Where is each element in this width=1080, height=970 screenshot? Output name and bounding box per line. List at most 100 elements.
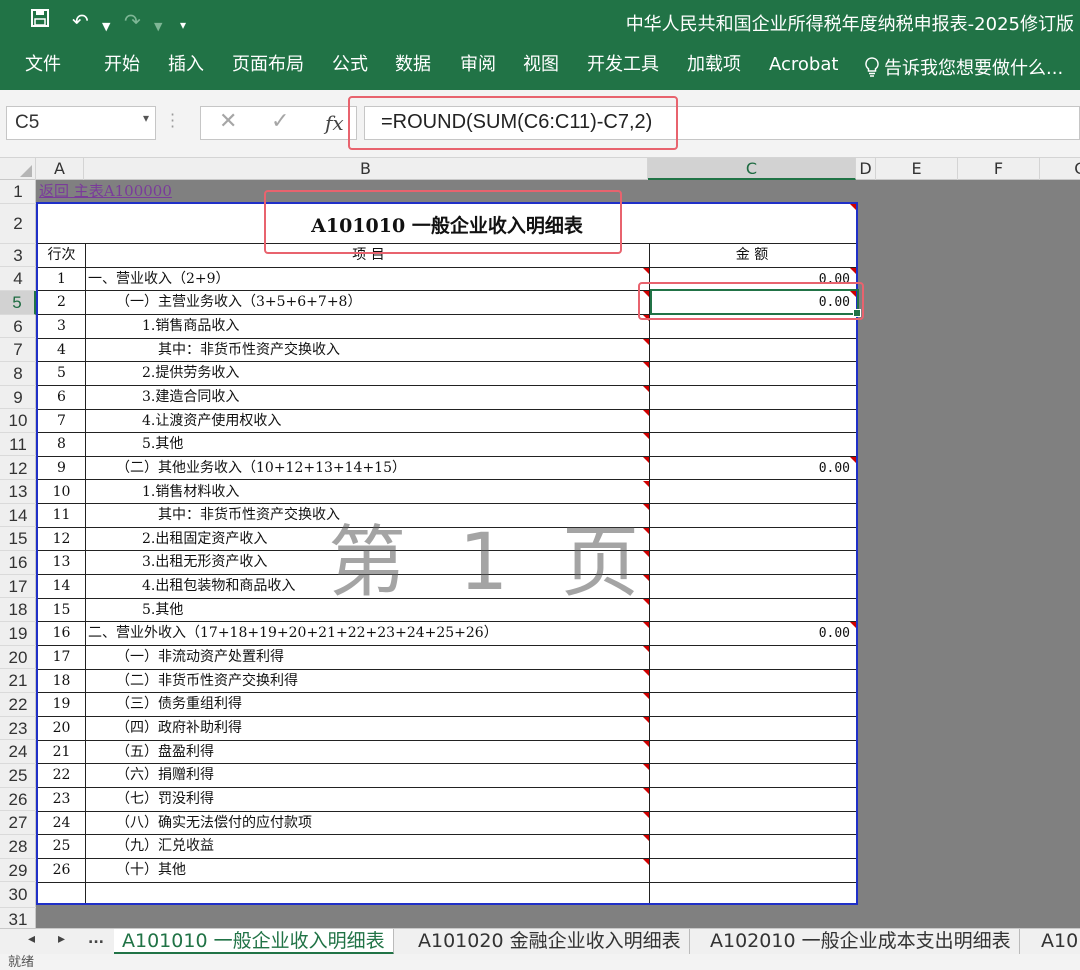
column-header-c[interactable]: C (648, 158, 856, 180)
line-number-cell[interactable]: 21 (38, 741, 85, 765)
row-header[interactable]: 17 (0, 575, 36, 599)
line-number-cell[interactable]: 23 (38, 788, 85, 812)
tab-file[interactable]: 文件 (25, 54, 61, 76)
row-header[interactable]: 12 (0, 457, 36, 481)
item-cell[interactable]: （十）其他 (116, 859, 186, 883)
row-header[interactable]: 29 (0, 859, 36, 883)
item-cell[interactable]: 2.提供劳务收入 (142, 362, 239, 386)
amount-cell[interactable]: 0.00 (654, 268, 850, 292)
amount-cell[interactable]: 0.00 (654, 622, 850, 646)
row-header[interactable]: 20 (0, 646, 36, 670)
scroll-tabs-right-icon[interactable]: ▸ (58, 931, 65, 947)
line-number-cell[interactable]: 6 (38, 386, 85, 410)
line-number-cell[interactable]: 1 (38, 268, 85, 292)
formula-input[interactable]: =ROUND(SUM(C6:C11)-C7,2) (364, 106, 1080, 140)
comment-indicator-icon[interactable] (643, 693, 649, 700)
tell-me-search[interactable]: 告诉我您想要做什么... (864, 54, 1063, 80)
item-cell[interactable]: 一、营业收入（2+9） (88, 268, 230, 292)
line-number-cell[interactable]: 13 (38, 551, 85, 575)
row-header[interactable]: 27 (0, 811, 36, 835)
column-header-f[interactable]: F (958, 158, 1040, 180)
sheet-tab-a101010[interactable]: A101010 一般企业收入明细表 (114, 929, 394, 955)
line-number-cell[interactable]: 18 (38, 670, 85, 694)
row-header[interactable]: 2 (0, 204, 36, 244)
undo-icon[interactable]: ↶ (72, 8, 89, 34)
sheet-tab-a10-truncated[interactable]: A10 (1033, 929, 1080, 955)
row-header[interactable]: 19 (0, 622, 36, 646)
line-number-cell[interactable]: 14 (38, 575, 85, 599)
item-cell[interactable]: 3.建造合同收入 (142, 386, 239, 410)
comment-indicator-icon[interactable] (643, 504, 649, 511)
comment-indicator-icon[interactable] (850, 204, 856, 210)
amount-cell[interactable]: 金 额 (654, 244, 850, 268)
line-number-cell[interactable]: 24 (38, 812, 85, 836)
comment-indicator-icon[interactable] (643, 527, 649, 534)
comment-indicator-icon[interactable] (643, 622, 649, 629)
line-number-cell[interactable]: 8 (38, 433, 85, 457)
row-header[interactable]: 11 (0, 433, 36, 457)
name-box-dropdown-icon[interactable]: ▾ (143, 111, 149, 125)
item-cell[interactable]: （九）汇兑收益 (116, 835, 214, 859)
row-header[interactable]: 24 (0, 740, 36, 764)
row-header[interactable]: 23 (0, 717, 36, 741)
line-number-cell[interactable]: 16 (38, 622, 85, 646)
line-number-cell[interactable]: 11 (38, 504, 85, 528)
item-cell[interactable]: 二、营业外收入（17+18+19+20+21+22+23+24+25+26） (88, 622, 498, 646)
comment-indicator-icon[interactable] (643, 575, 649, 582)
comment-indicator-icon[interactable] (643, 717, 649, 723)
amount-cell[interactable]: 0.00 (654, 457, 850, 481)
line-number-cell[interactable]: 行次 (38, 244, 85, 268)
comment-indicator-icon[interactable] (643, 409, 649, 416)
cancel-entry-icon[interactable]: ✕ (219, 109, 237, 134)
comment-indicator-icon[interactable] (850, 622, 856, 629)
comment-indicator-icon[interactable] (643, 362, 649, 369)
line-number-cell[interactable]: 9 (38, 457, 85, 481)
comment-indicator-icon[interactable] (850, 267, 856, 274)
comment-indicator-icon[interactable] (643, 835, 649, 842)
line-number-cell[interactable]: 5 (38, 362, 85, 386)
comment-indicator-icon[interactable] (643, 551, 649, 558)
column-header-a[interactable]: A (36, 158, 84, 180)
item-cell[interactable]: （二）非货币性资产交换利得 (116, 670, 298, 694)
redo-icon[interactable]: ↷ (124, 8, 141, 34)
comment-indicator-icon[interactable] (643, 740, 649, 747)
item-cell[interactable]: 2.出租固定资产收入 (142, 528, 267, 552)
row-header[interactable]: 5 (0, 290, 36, 315)
column-header-e[interactable]: E (876, 158, 958, 180)
name-box[interactable]: C5 ▾ (6, 106, 156, 140)
row-header[interactable]: 30 (0, 882, 36, 909)
line-number-cell[interactable]: 26 (38, 859, 85, 883)
tab-view[interactable]: 视图 (523, 54, 559, 76)
row-header[interactable]: 9 (0, 386, 36, 410)
comment-indicator-icon[interactable] (643, 385, 649, 392)
line-number-cell[interactable]: 25 (38, 835, 85, 859)
row-header[interactable]: 1 (0, 180, 36, 204)
select-all-corner[interactable] (0, 158, 36, 180)
column-header-d[interactable]: D (856, 158, 876, 180)
row-header[interactable]: 8 (0, 362, 36, 386)
row-header[interactable]: 14 (0, 504, 36, 528)
row-header[interactable]: 3 (0, 244, 36, 268)
item-cell[interactable]: 其中：非货币性资产交换收入 (158, 339, 340, 363)
item-cell[interactable]: （四）政府补助利得 (116, 717, 242, 741)
tab-review[interactable]: 审阅 (460, 54, 496, 76)
item-cell[interactable]: （三）债务重组利得 (116, 693, 242, 717)
line-number-cell[interactable]: 10 (38, 481, 85, 505)
item-cell[interactable]: （五）盘盈利得 (116, 741, 214, 765)
item-cell[interactable]: 5.其他 (142, 433, 183, 457)
item-cell[interactable]: 4.出租包装物和商品收入 (142, 575, 295, 599)
line-number-cell[interactable]: 20 (38, 717, 85, 741)
comment-indicator-icon[interactable] (643, 598, 649, 605)
sheet-tab-a102010[interactable]: A102010 一般企业成本支出明细表 (702, 929, 1020, 955)
item-cell[interactable]: 4.让渡资产使用权收入 (142, 410, 281, 434)
row-header[interactable]: 15 (0, 527, 36, 552)
undo-dropdown-icon[interactable]: ▼ (102, 14, 110, 40)
line-number-cell[interactable]: 3 (38, 315, 85, 339)
comment-indicator-icon[interactable] (643, 433, 649, 440)
comment-indicator-icon[interactable] (643, 858, 649, 865)
tab-home[interactable]: 开始 (104, 54, 140, 76)
row-header[interactable]: 4 (0, 267, 36, 291)
row-header[interactable]: 28 (0, 835, 36, 859)
comment-indicator-icon[interactable] (643, 811, 649, 818)
item-cell[interactable]: 1.销售商品收入 (142, 315, 239, 339)
